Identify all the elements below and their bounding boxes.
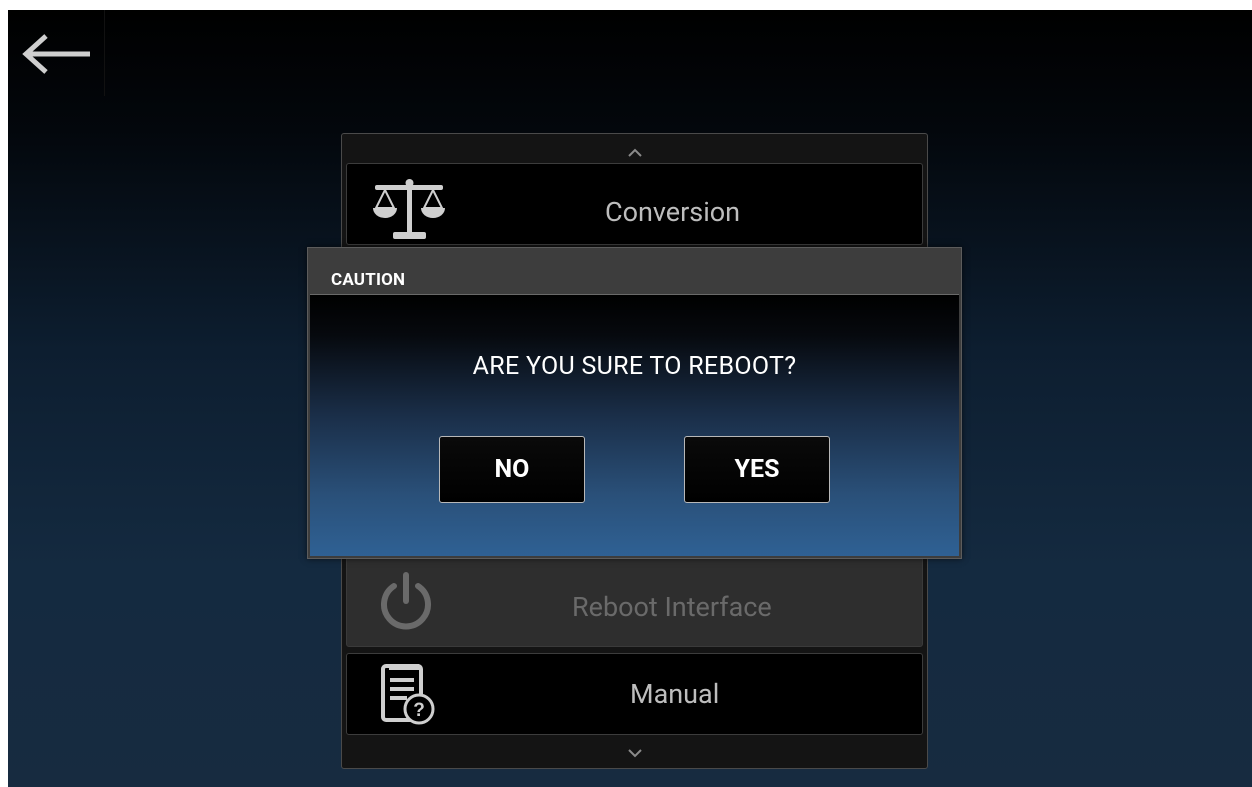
dialog-message: ARE YOU SURE TO REBOOT? <box>472 352 797 381</box>
arrow-left-icon <box>22 34 90 74</box>
scale-icon <box>369 176 449 246</box>
caution-dialog: CAUTION ARE YOU SURE TO REBOOT? NO YES <box>307 247 962 559</box>
no-button[interactable]: NO <box>439 436 585 503</box>
menu-item-label: Conversion <box>605 196 741 228</box>
dialog-title: CAUTION <box>331 270 406 290</box>
yes-button[interactable]: YES <box>684 436 830 503</box>
scroll-up-button[interactable] <box>342 142 927 161</box>
screen: Conversion Reboot Interface ? Manual CAU… <box>8 10 1252 787</box>
manual-help-icon: ? <box>377 662 441 732</box>
dialog-body: ARE YOU SURE TO REBOOT? NO YES <box>310 294 959 556</box>
svg-text:?: ? <box>413 700 425 721</box>
menu-item-reboot-interface[interactable]: Reboot Interface <box>346 554 923 647</box>
menu-item-conversion[interactable]: Conversion <box>346 163 923 245</box>
menu-item-manual[interactable]: ? Manual <box>346 653 923 735</box>
menu-item-label: Manual <box>630 678 720 710</box>
back-button[interactable] <box>8 10 105 96</box>
chevron-up-icon <box>627 148 642 157</box>
power-icon <box>377 569 435 635</box>
scroll-down-button[interactable] <box>342 743 927 762</box>
menu-item-label: Reboot Interface <box>572 591 772 623</box>
chevron-down-icon <box>627 749 642 758</box>
